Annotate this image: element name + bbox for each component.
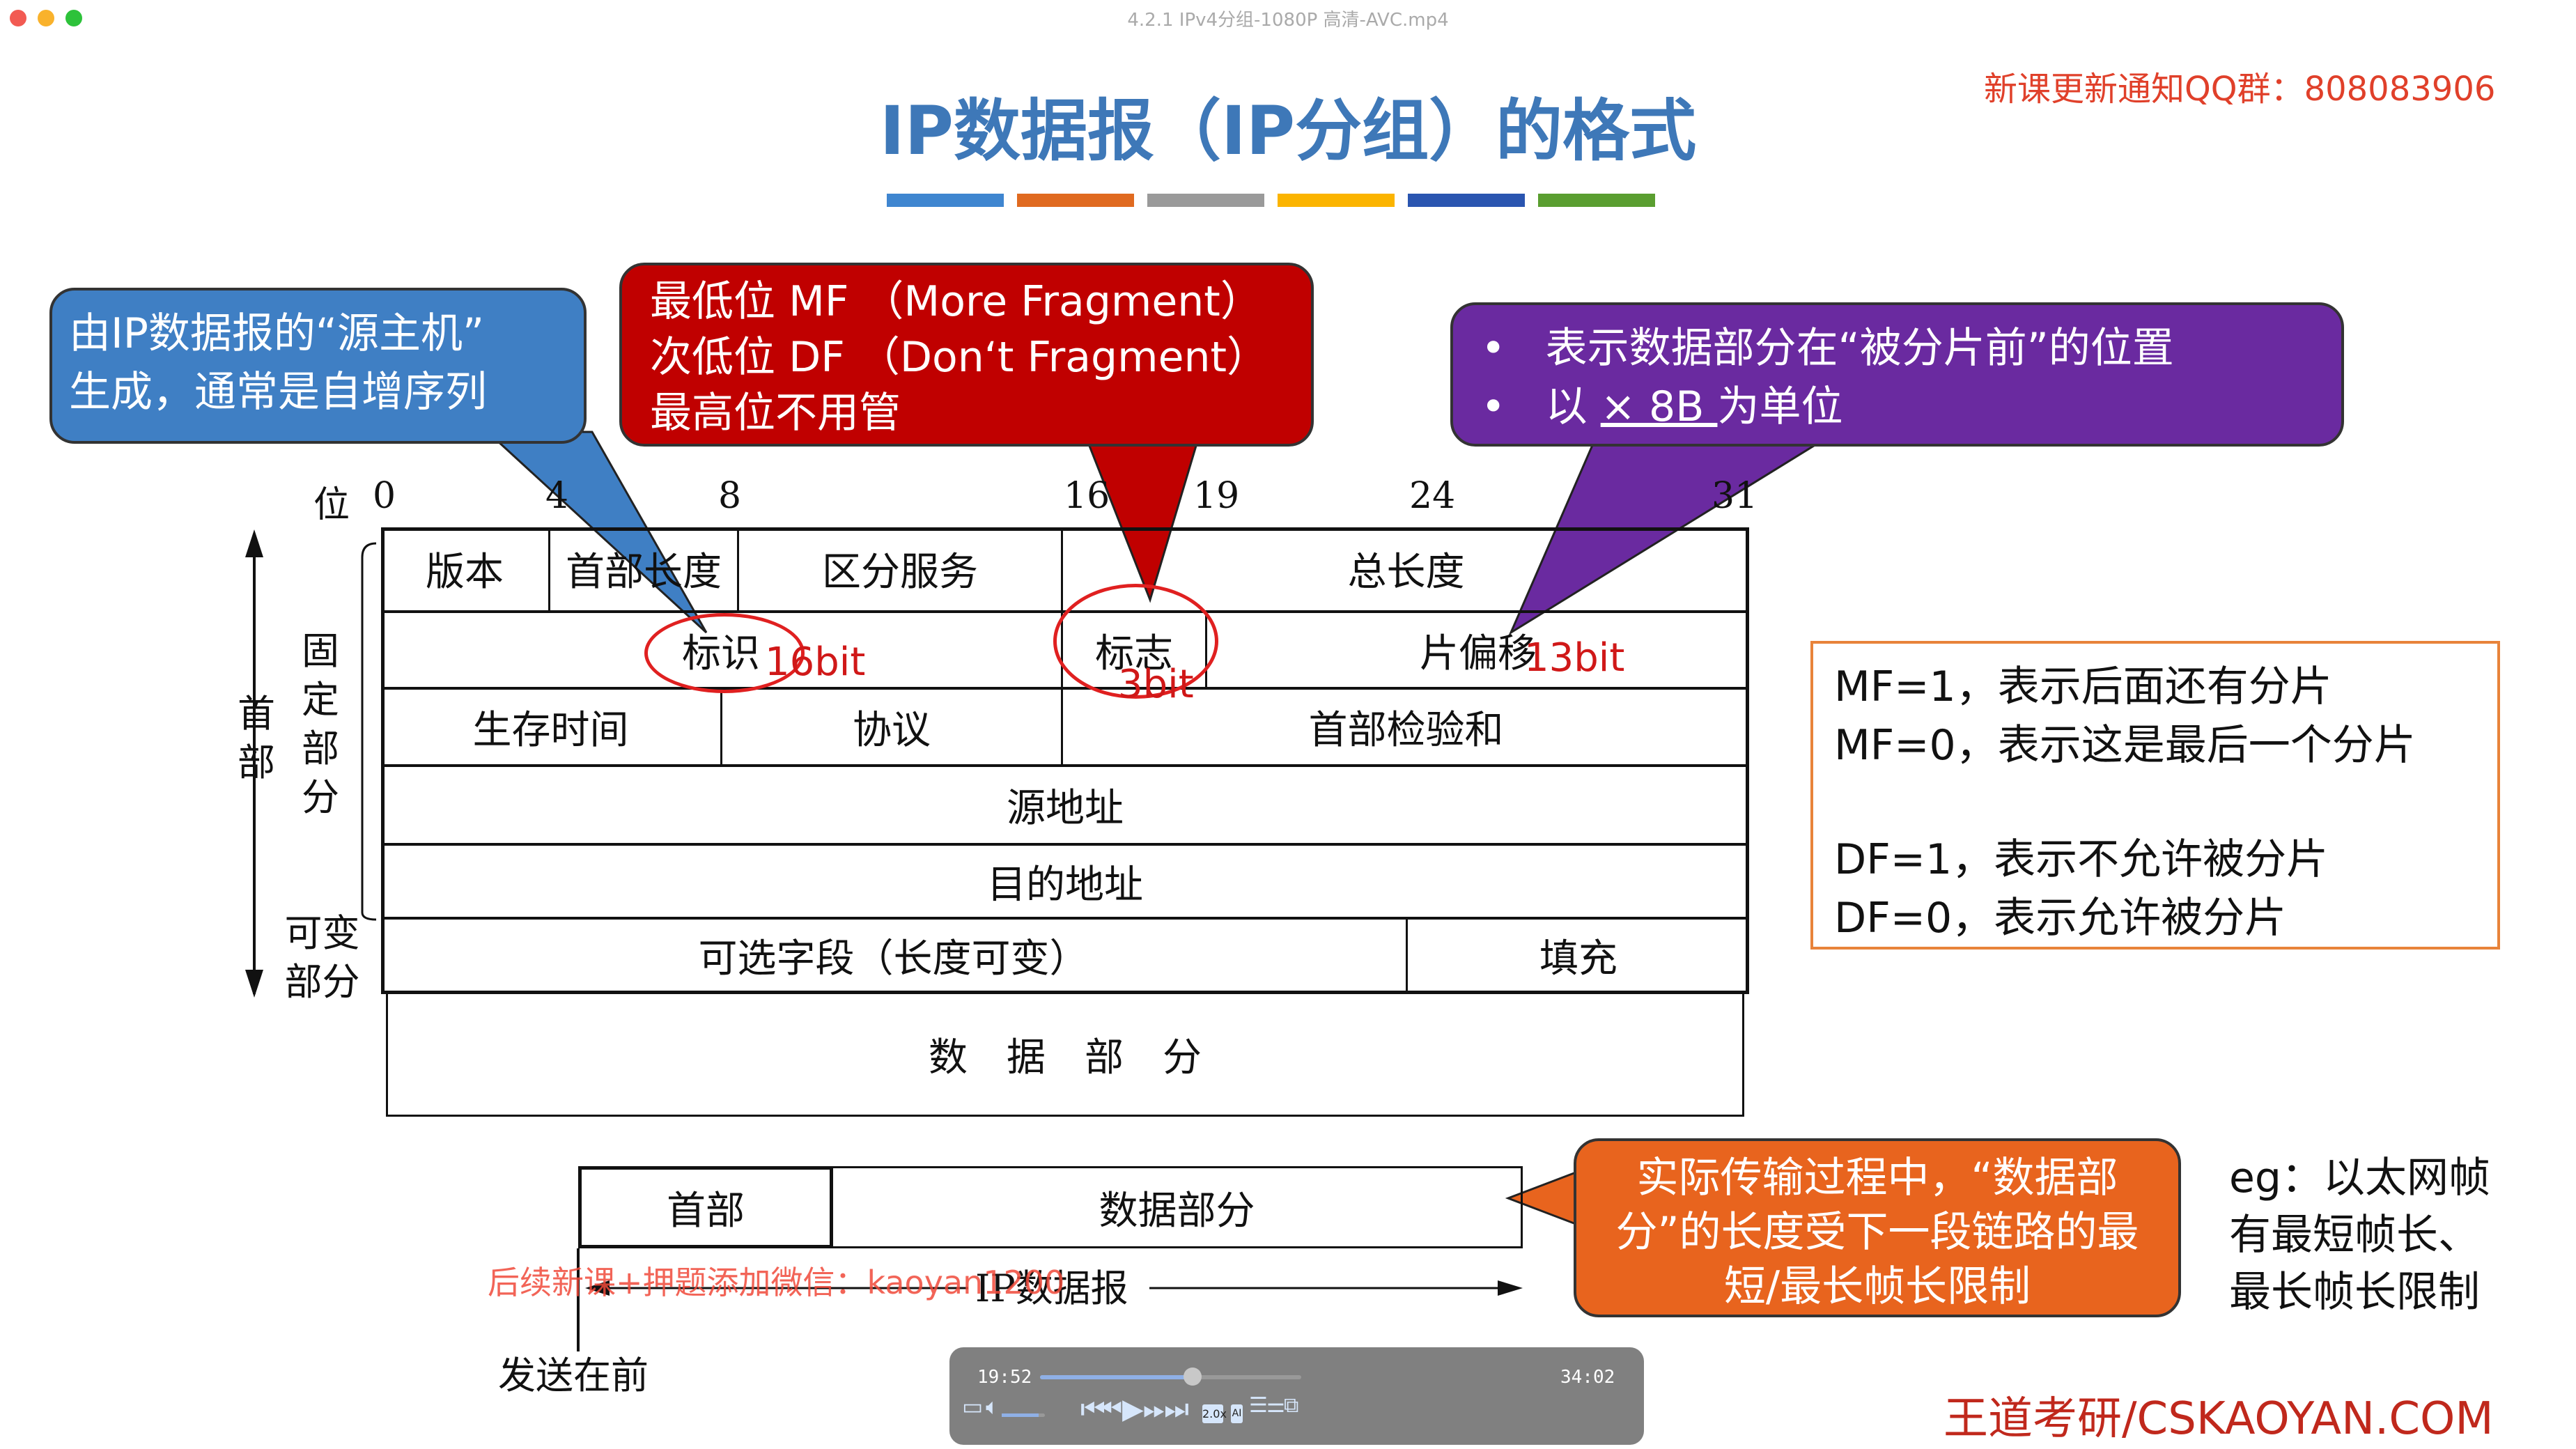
- airplay-icon[interactable]: ▭: [962, 1393, 983, 1420]
- callout-underlined-text: × 8B: [1600, 382, 1718, 431]
- callout-fragment-offset: • 表示数据部分在“被分片前”的位置 • 以 × 8B 为单位: [1450, 302, 2344, 447]
- callout-text: 以: [1545, 382, 1601, 431]
- bottom-data-box: 数据部分: [833, 1166, 1523, 1248]
- field-destination-address: 目的地址: [987, 862, 1143, 908]
- eg-line: 最长帧长限制: [2229, 1268, 2480, 1317]
- volume-level: [1002, 1413, 1039, 1417]
- send-first-label: 发送在前: [498, 1354, 649, 1397]
- eg-line: eg：以太网帧: [2229, 1154, 2490, 1202]
- variable-part-label: 可变部分: [284, 911, 360, 1004]
- header-label: 首部: [238, 692, 275, 784]
- explanation-line: MF=1，表示后面还有分片: [1834, 662, 2332, 711]
- callout-text: 次低位 DF （Don‘t Fragment）: [650, 333, 1269, 382]
- eg-line: 有最短帧长、: [2229, 1211, 2480, 1260]
- seek-bar[interactable]: [1040, 1367, 1301, 1386]
- offset-bits-annotation: 13bit: [1524, 635, 1625, 681]
- picture-in-picture-icon[interactable]: ⧉: [1284, 1393, 1298, 1418]
- field-ttl: 生存时间: [381, 690, 722, 764]
- rewind-icon[interactable]: ⏪︎: [1100, 1393, 1122, 1425]
- bit-label: 位: [313, 484, 350, 526]
- callout-text: 表示数据部分在“被分片前”的位置: [1545, 324, 2174, 373]
- current-time: 19:52: [977, 1367, 1032, 1388]
- callout-text: 生成，通常是自增序列: [69, 368, 487, 417]
- playlist-icon[interactable]: ☰: [1249, 1393, 1268, 1418]
- speed-button[interactable]: 2.0x: [1202, 1404, 1227, 1423]
- volume-slider[interactable]: [1002, 1413, 1045, 1417]
- callout-text: 由IP数据报的“源主机”: [69, 309, 485, 358]
- eg-note: eg：以太网帧 有最短帧长、 最长帧长限制: [2229, 1149, 2490, 1321]
- data-part: 数 据 部 分: [386, 994, 1744, 1117]
- bottom-header-box: 首部: [578, 1166, 833, 1248]
- table-row: 版本 首部长度 区分服务 总长度: [381, 527, 1749, 613]
- fixed-part-label: 固定部分: [302, 629, 339, 819]
- table-row: 目的地址: [381, 846, 1749, 920]
- explanation-line: DF=0，表示允许被分片: [1834, 894, 2287, 943]
- field-source-address: 源地址: [1007, 786, 1124, 831]
- play-icon[interactable]: ▶︎: [1122, 1393, 1144, 1425]
- ai-button[interactable]: AI: [1231, 1404, 1243, 1423]
- callout-bullet: • 以 × 8B 为单位: [1481, 382, 1843, 431]
- video-player-controls: 19:52 34:02 ▭ 🔈︎ ⏮︎ ⏪︎ ▶︎ ⏩︎ ⏭︎ 2.0x AI …: [949, 1347, 1644, 1445]
- mf-df-explanation: MF=1，表示后面还有分片 MF=0，表示这是最后一个分片 DF=1，表示不允许…: [1810, 641, 2500, 950]
- bit-position: 16: [1064, 475, 1110, 517]
- bit-position: 31: [1712, 475, 1758, 517]
- table-row: 可选字段（长度可变） 填充: [381, 920, 1749, 994]
- bit-position: 8: [718, 475, 742, 517]
- bit-position: 24: [1409, 475, 1456, 517]
- total-time: 34:02: [1560, 1367, 1615, 1388]
- explanation-line: MF=0，表示这是最后一个分片: [1834, 721, 2416, 770]
- table-row: 生存时间 协议 首部检验和: [381, 690, 1749, 767]
- skip-next-icon[interactable]: ⏭︎: [1164, 1393, 1189, 1425]
- fast-forward-icon[interactable]: ⏩︎: [1143, 1393, 1165, 1425]
- field-fragment-offset: 片偏移: [1420, 630, 1537, 676]
- callout-bullet: • 表示数据部分在“被分片前”的位置: [1481, 324, 2174, 373]
- settings-sliders-icon[interactable]: ⚌: [1266, 1393, 1285, 1418]
- field-version: 版本: [381, 527, 550, 610]
- table-row: 源地址: [381, 767, 1749, 846]
- field-header-length: 首部长度: [550, 527, 739, 610]
- bit-position: 0: [373, 475, 396, 517]
- callout-frame-length: 实际传输过程中，“数据部分”的长度受下一段链路的最短/最长帧长限制: [1574, 1138, 2181, 1317]
- callout-flags: 最低位 MF （More Fragment） 次低位 DF （Don‘t Fra…: [619, 263, 1314, 447]
- watermark-text: 后续新课+押题添加微信：kaoyan1200: [488, 1264, 1065, 1301]
- seek-progress: [1040, 1375, 1193, 1379]
- explanation-line: DF=1，表示不允许被分片: [1834, 835, 2329, 884]
- callout-identification: 由IP数据报的“源主机” 生成，通常是自增序列: [49, 288, 587, 444]
- callout-text: 最低位 MF （More Fragment）: [650, 277, 1262, 326]
- brand-footer: 王道考研/CSKAOYAN.COM: [1943, 1393, 2494, 1445]
- field-padding: 填充: [1539, 936, 1617, 982]
- seek-handle[interactable]: [1183, 1367, 1202, 1386]
- id-bits-annotation: 16bit: [765, 640, 866, 685]
- flag-bits-annotation: 3bit: [1118, 662, 1194, 707]
- bit-position: 4: [545, 475, 569, 517]
- callout-text: 最高位不用管: [650, 389, 901, 437]
- field-protocol: 协议: [722, 690, 1063, 764]
- field-diff-services: 区分服务: [739, 527, 1063, 610]
- volume-icon[interactable]: 🔈︎: [986, 1393, 999, 1420]
- bit-position: 19: [1193, 475, 1240, 517]
- callout-text: 为单位: [1717, 382, 1843, 431]
- field-options: 可选字段（长度可变）: [381, 920, 1408, 991]
